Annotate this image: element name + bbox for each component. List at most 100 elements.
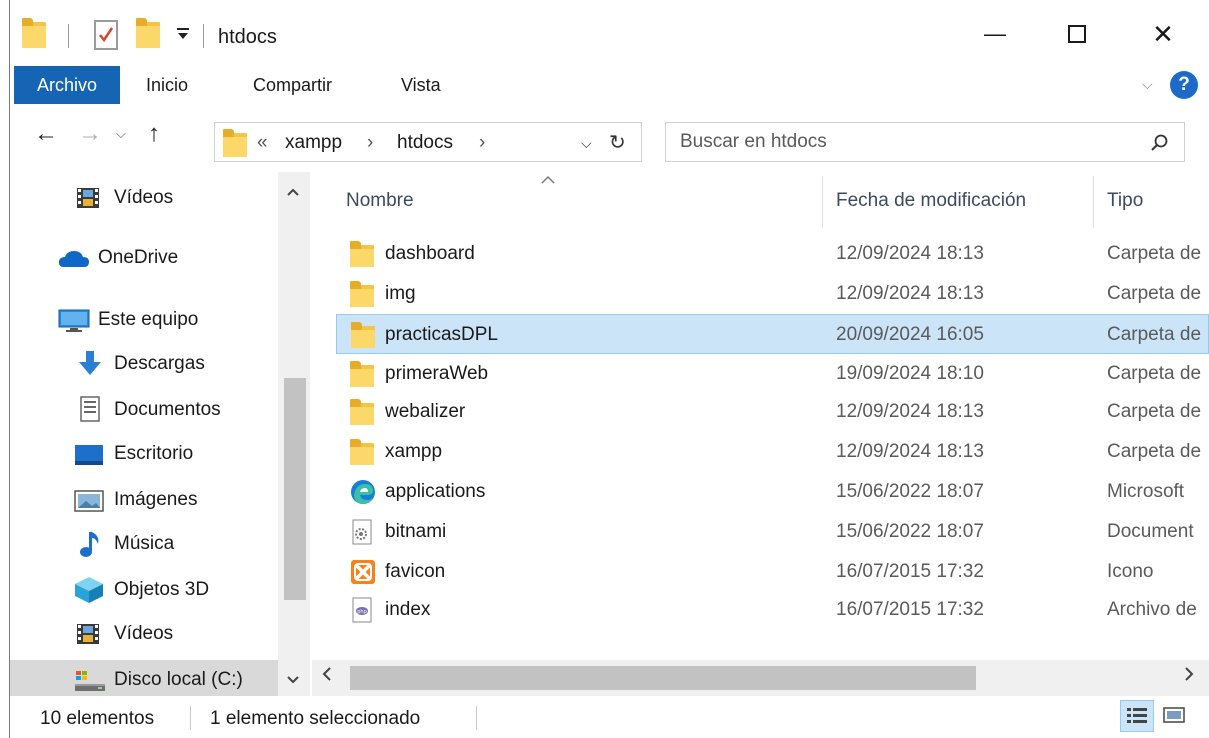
file-type: Icono (1107, 561, 1154, 582)
sidebar-item-videos[interactable]: Vídeos (10, 614, 278, 654)
title-separator (68, 24, 69, 48)
file-row-favicon[interactable]: favicon 16/07/2015 17:32 Icono (336, 552, 1209, 592)
file-date: 12/09/2024 18:13 (836, 283, 984, 304)
sidebar-item-pictures[interactable]: Imágenes (10, 480, 278, 520)
minimize-icon: — (984, 21, 1006, 46)
file-date: 15/06/2022 18:07 (836, 481, 984, 502)
folder-icon (350, 241, 374, 267)
file-row-applications[interactable]: applications 15/06/2022 18:07 Microsoft (336, 472, 1209, 512)
column-header-name[interactable]: Nombre (312, 172, 822, 230)
breadcrumb-htdocs[interactable]: htdocs (397, 132, 453, 154)
properties-quick-access-icon[interactable] (94, 20, 118, 50)
sidebar-item-music[interactable]: Música (10, 524, 278, 564)
sidebar-item-desktop[interactable]: Escritorio (10, 434, 278, 474)
horizontal-scrollbar-thumb[interactable] (350, 666, 976, 690)
file-date: 20/09/2024 16:05 (836, 324, 984, 345)
breadcrumb-separator[interactable]: › (367, 132, 373, 154)
scroll-up-icon[interactable] (286, 184, 300, 201)
close-button[interactable]: ✕ (1138, 12, 1188, 56)
file-row-bitnami[interactable]: bitnami 15/06/2022 18:07 Document (336, 512, 1209, 552)
large-icons-view-icon (1163, 707, 1185, 723)
status-divider (476, 706, 477, 730)
column-header-date[interactable]: Fecha de modificación (823, 172, 1093, 230)
file-name: dashboard (385, 243, 475, 264)
up-button[interactable]: ↑ (148, 120, 160, 148)
column-header-label: Tipo (1107, 190, 1144, 211)
file-list: Nombre Fecha de modificación Tipo dashbo… (312, 172, 1209, 660)
file-row-index[interactable]: php index 16/07/2015 17:32 Archivo de (336, 590, 1209, 630)
file-list-horizontal-scrollbar[interactable] (312, 660, 1209, 696)
sidebar-item-onedrive[interactable]: OneDrive (10, 238, 278, 278)
column-header-type[interactable]: Tipo (1094, 172, 1209, 230)
tab-inicio[interactable]: Inicio (146, 66, 188, 104)
maximize-button[interactable] (1052, 12, 1102, 56)
sidebar-item-label: Escritorio (114, 443, 194, 464)
breadcrumb-separator[interactable]: › (479, 132, 485, 154)
sidebar-item-videos[interactable]: Vídeos (10, 178, 278, 218)
address-dropdown-icon[interactable]: ⌵ (581, 135, 592, 152)
tab-vista[interactable]: Vista (401, 66, 441, 104)
file-type: Microsoft (1107, 481, 1185, 502)
sidebar-item-documents[interactable]: Documentos (10, 390, 278, 430)
large-icons-view-button[interactable] (1158, 700, 1192, 732)
search-box[interactable] (665, 122, 1185, 162)
new-folder-quick-access-icon[interactable] (136, 18, 160, 48)
status-divider (190, 706, 191, 730)
sidebar-item-label: Objetos 3D (114, 579, 210, 600)
expand-ribbon-icon[interactable]: ⌵ (1142, 76, 1153, 93)
file-date: 12/09/2024 18:13 (836, 401, 984, 422)
file-row-practicasdpl[interactable]: practicasDPL 20/09/2024 16:05 Carpeta de (336, 314, 1209, 354)
address-bar[interactable]: « xampp › htdocs › ⌵ ↻ (214, 122, 642, 162)
breadcrumb-xampp[interactable]: xampp (285, 132, 342, 154)
file-type: Carpeta de (1107, 324, 1202, 345)
search-icon[interactable] (1150, 133, 1170, 159)
back-button[interactable]: ← (34, 120, 58, 148)
navigation-pane: Vídeos OneDrive Este equipo Descargas Do… (10, 172, 310, 696)
sidebar-item-local-disk[interactable]: Disco local (C:) (10, 660, 278, 696)
refresh-icon[interactable]: ↻ (609, 130, 626, 155)
forward-button[interactable]: → (78, 120, 102, 148)
file-row-xampp[interactable]: xampp 12/09/2024 18:13 Carpeta de (336, 432, 1209, 472)
recent-locations-button[interactable]: ⌵ (116, 126, 126, 142)
tab-compartir[interactable]: Compartir (253, 66, 332, 104)
sidebar-item-label: Vídeos (114, 623, 174, 644)
file-type: Carpeta de (1107, 243, 1202, 264)
file-date: 19/09/2024 18:10 (836, 363, 984, 384)
file-name: applications (385, 481, 486, 502)
file-name: primeraWeb (385, 363, 489, 384)
videos-icon (76, 623, 100, 645)
file-row-dashboard[interactable]: dashboard 12/09/2024 18:13 Carpeta de (336, 234, 1209, 274)
file-date: 16/07/2015 17:32 (836, 599, 984, 620)
file-date: 12/09/2024 18:13 (836, 441, 984, 462)
details-view-icon (1127, 708, 1147, 723)
customize-quick-access-icon[interactable] (176, 26, 190, 62)
file-type: Document (1107, 521, 1194, 542)
search-input[interactable] (680, 131, 1120, 153)
minimize-button[interactable]: — (970, 12, 1020, 56)
edge-icon (350, 479, 375, 505)
file-type: Carpeta de (1107, 441, 1202, 462)
ribbon-tabs: Archivo Inicio Compartir Vista ⌵ ? (10, 62, 1209, 108)
file-type: Archivo de (1107, 599, 1197, 620)
navigation-scrollbar[interactable] (278, 172, 310, 696)
address-overflow[interactable]: « (257, 132, 268, 154)
scroll-left-icon[interactable] (322, 666, 332, 687)
file-row-webalizer[interactable]: webalizer 12/09/2024 18:13 Carpeta de (336, 392, 1209, 432)
file-date: 15/06/2022 18:07 (836, 521, 984, 542)
desktop-icon (74, 443, 104, 465)
navigation-scrollbar-thumb[interactable] (284, 378, 306, 600)
scroll-down-icon[interactable] (286, 672, 300, 689)
tab-archivo[interactable]: Archivo (14, 66, 120, 104)
help-icon[interactable]: ? (1170, 71, 1198, 99)
file-row-primeraweb[interactable]: primeraWeb 19/09/2024 18:10 Carpeta de (336, 354, 1209, 394)
file-type: Carpeta de (1107, 401, 1202, 422)
file-name: bitnami (385, 521, 447, 542)
file-row-img[interactable]: img 12/09/2024 18:13 Carpeta de (336, 274, 1209, 314)
sidebar-item-downloads[interactable]: Descargas (10, 344, 278, 384)
sidebar-item-this-pc[interactable]: Este equipo (10, 300, 278, 340)
folder-icon (351, 322, 375, 348)
scroll-right-icon[interactable] (1184, 666, 1194, 687)
window-left-border (0, 0, 10, 738)
sidebar-item-3d-objects[interactable]: Objetos 3D (10, 570, 278, 610)
details-view-button[interactable] (1120, 700, 1154, 732)
